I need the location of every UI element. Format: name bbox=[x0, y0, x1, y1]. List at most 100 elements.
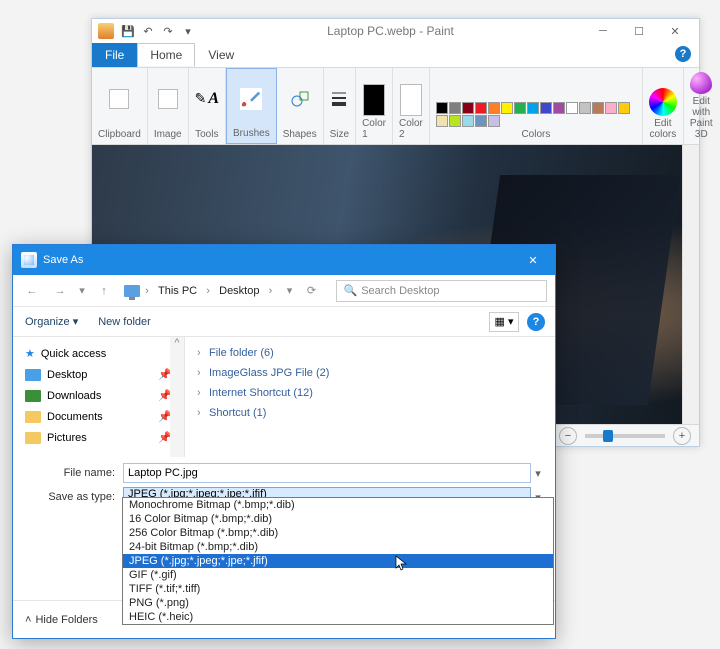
palette-swatch[interactable] bbox=[436, 102, 448, 114]
paint3d-icon bbox=[690, 72, 712, 94]
maximize-button[interactable]: ☐ bbox=[621, 20, 657, 42]
palette-swatch[interactable] bbox=[449, 102, 461, 114]
text-icon[interactable]: A bbox=[208, 90, 219, 108]
dialog-close-button[interactable]: ✕ bbox=[519, 250, 547, 270]
address-dropdown-icon[interactable]: ▾ bbox=[284, 284, 294, 297]
chevron-right-icon[interactable]: › bbox=[265, 285, 275, 297]
save-as-type-dropdown[interactable]: Monochrome Bitmap (*.bmp;*.dib)16 Color … bbox=[122, 497, 554, 625]
forward-button[interactable]: → bbox=[49, 280, 71, 302]
palette-swatch[interactable] bbox=[488, 102, 500, 114]
close-button[interactable]: ✕ bbox=[657, 20, 693, 42]
dialog-icon bbox=[21, 252, 37, 268]
sidebar-item-desktop[interactable]: Desktop📌 bbox=[13, 364, 184, 385]
palette-swatch[interactable] bbox=[475, 102, 487, 114]
shapes-icon[interactable] bbox=[290, 89, 310, 109]
palette-swatch[interactable] bbox=[605, 102, 617, 114]
file-list[interactable]: ›File folder (6) ›ImageGlass JPG File (2… bbox=[185, 337, 555, 457]
sidebar-item-pictures[interactable]: Pictures📌 bbox=[13, 427, 184, 448]
breadcrumb-root[interactable]: This PC bbox=[154, 283, 201, 299]
type-option[interactable]: JPEG (*.jpg;*.jpeg;*.jpe;*.jfif) bbox=[123, 554, 553, 568]
back-button[interactable]: ← bbox=[21, 280, 43, 302]
palette-swatch[interactable] bbox=[462, 115, 474, 127]
chevron-right-icon[interactable]: › bbox=[203, 285, 213, 297]
paste-icon[interactable] bbox=[109, 89, 129, 109]
ribbon-group-clipboard: Clipboard bbox=[92, 68, 148, 144]
tab-view[interactable]: View bbox=[195, 43, 247, 67]
ribbon-group-shapes: Shapes bbox=[277, 68, 324, 144]
palette-swatch[interactable] bbox=[488, 115, 500, 127]
type-option[interactable]: PNG (*.png) bbox=[123, 596, 553, 610]
file-name-input[interactable] bbox=[123, 463, 531, 483]
help-icon[interactable]: ? bbox=[527, 313, 545, 331]
group-imageglass-jpg[interactable]: ›ImageGlass JPG File (2) bbox=[195, 363, 545, 383]
redo-icon[interactable]: ↷ bbox=[160, 23, 176, 39]
new-folder-button[interactable]: New folder bbox=[96, 312, 153, 332]
type-option[interactable]: 16 Color Bitmap (*.bmp;*.dib) bbox=[123, 512, 553, 526]
help-icon[interactable]: ? bbox=[675, 46, 691, 62]
type-option[interactable]: TIFF (*.tif;*.tiff) bbox=[123, 582, 553, 596]
sidebar-item-documents[interactable]: Documents📌 bbox=[13, 406, 184, 427]
palette-swatch[interactable] bbox=[501, 102, 513, 114]
palette-swatch[interactable] bbox=[579, 102, 591, 114]
group-file-folder[interactable]: ›File folder (6) bbox=[195, 343, 545, 363]
color2-swatch[interactable] bbox=[400, 84, 422, 116]
history-dropdown-icon[interactable]: ▾ bbox=[77, 284, 87, 297]
palette-swatch[interactable] bbox=[566, 102, 578, 114]
type-option[interactable]: GIF (*.gif) bbox=[123, 568, 553, 582]
minimize-button[interactable]: ─ bbox=[585, 20, 621, 42]
pictures-icon bbox=[25, 432, 41, 444]
palette-swatch[interactable] bbox=[436, 115, 448, 127]
ribbon-group-colors: Colors bbox=[430, 68, 643, 144]
type-option[interactable]: 24-bit Bitmap (*.bmp;*.dib) bbox=[123, 540, 553, 554]
breadcrumb-desktop[interactable]: Desktop bbox=[215, 283, 263, 299]
palette-swatch[interactable] bbox=[475, 115, 487, 127]
group-internet-shortcut[interactable]: ›Internet Shortcut (12) bbox=[195, 383, 545, 403]
ribbon-group-color2[interactable]: Color 2 bbox=[393, 68, 430, 144]
palette-swatch[interactable] bbox=[527, 102, 539, 114]
view-options-button[interactable]: ▦ ▾ bbox=[489, 312, 519, 332]
ribbon-group-paint3d[interactable]: Edit with Paint 3D bbox=[684, 68, 719, 144]
color-palette[interactable] bbox=[436, 98, 636, 127]
ribbon-group-brushes[interactable]: Brushes bbox=[226, 68, 277, 144]
filename-dropdown-icon[interactable]: ▾ bbox=[531, 467, 545, 480]
address-bar[interactable]: › This PC › Desktop › bbox=[121, 280, 278, 302]
refresh-button[interactable]: ⟳ bbox=[300, 280, 322, 302]
chevron-right-icon[interactable]: › bbox=[142, 285, 152, 297]
palette-swatch[interactable] bbox=[553, 102, 565, 114]
size-icon[interactable] bbox=[330, 90, 348, 108]
undo-icon[interactable]: ↶ bbox=[140, 23, 156, 39]
palette-swatch[interactable] bbox=[514, 102, 526, 114]
palette-swatch[interactable] bbox=[462, 102, 474, 114]
organize-button[interactable]: Organize ▾ bbox=[23, 311, 80, 332]
zoom-in-button[interactable]: + bbox=[673, 427, 691, 445]
color1-swatch[interactable] bbox=[363, 84, 385, 116]
vertical-scrollbar[interactable] bbox=[682, 145, 699, 424]
color2-label: Color 2 bbox=[399, 116, 423, 142]
palette-swatch[interactable] bbox=[592, 102, 604, 114]
sidebar-item-quick-access[interactable]: ★Quick access bbox=[13, 343, 184, 364]
select-icon[interactable] bbox=[158, 89, 178, 109]
up-button[interactable]: ↑ bbox=[93, 280, 115, 302]
group-shortcut[interactable]: ›Shortcut (1) bbox=[195, 403, 545, 423]
ribbon-group-color1[interactable]: Color 1 bbox=[356, 68, 393, 144]
qat-dropdown-icon[interactable]: ▾ bbox=[180, 23, 196, 39]
hide-folders-button[interactable]: ˄ Hide Folders bbox=[25, 614, 98, 626]
palette-swatch[interactable] bbox=[449, 115, 461, 127]
zoom-out-button[interactable]: − bbox=[559, 427, 577, 445]
tab-file[interactable]: File bbox=[92, 43, 137, 67]
type-option[interactable]: HEIC (*.heic) bbox=[123, 610, 553, 624]
zoom-thumb[interactable] bbox=[603, 430, 613, 442]
zoom-slider[interactable] bbox=[585, 434, 665, 438]
palette-swatch[interactable] bbox=[618, 102, 630, 114]
palette-swatch[interactable] bbox=[540, 102, 552, 114]
sidebar-scrollbar[interactable]: ^ bbox=[170, 337, 184, 457]
sidebar-item-downloads[interactable]: Downloads📌 bbox=[13, 385, 184, 406]
paint-titlebar: 💾 ↶ ↷ ▾ Laptop PC.webp - Paint ─ ☐ ✕ bbox=[92, 19, 699, 43]
type-option[interactable]: Monochrome Bitmap (*.bmp;*.dib) bbox=[123, 498, 553, 512]
search-input[interactable]: 🔍 Search Desktop bbox=[336, 280, 547, 302]
ribbon-group-edit-colors[interactable]: Edit colors bbox=[643, 68, 684, 144]
save-icon[interactable]: 💾 bbox=[120, 23, 136, 39]
type-option[interactable]: 256 Color Bitmap (*.bmp;*.dib) bbox=[123, 526, 553, 540]
tab-home[interactable]: Home bbox=[137, 43, 195, 67]
pencil-icon[interactable]: ✎ bbox=[195, 90, 207, 107]
